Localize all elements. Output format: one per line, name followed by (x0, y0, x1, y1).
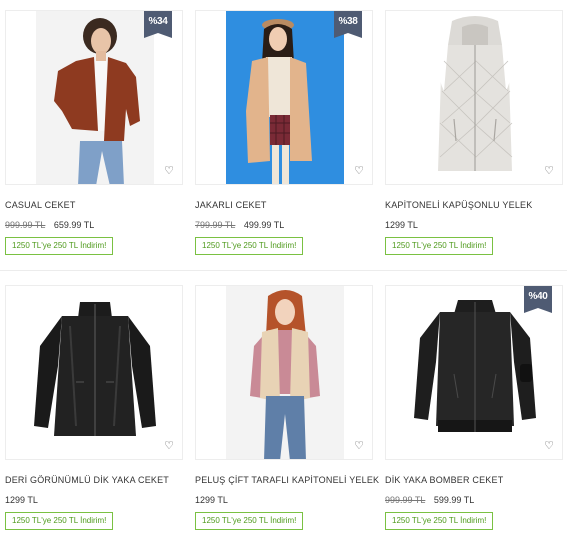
current-price: 1299 TL (195, 495, 228, 505)
product-row: %34 ♡ CASUAL CEKET 999.99 TL 659.99 TL 1… (0, 0, 567, 270)
price-row: 999.99 TL 599.99 TL (385, 495, 474, 505)
product-photo-leather-jacket (34, 302, 156, 436)
product-photo-casual-jacket (36, 11, 154, 184)
product-image[interactable]: %38 ♡ (195, 10, 373, 185)
product-card[interactable]: %38 ♡ JAKARLI CEKET 799.99 TL 499.99 TL … (195, 10, 373, 255)
product-row: ♡ DERİ GÖRÜNÜMLÜ DİK YAKA CEKET 1299 TL … (0, 270, 567, 540)
product-card[interactable]: %40 ♡ DİK YAKA BOMBER CEKET 999.99 TL 59… (385, 285, 563, 530)
current-price: 1299 TL (5, 495, 38, 505)
product-photo-bomber-jacket (414, 300, 536, 432)
promo-label: 1250 TL'ye 250 TL İndirim! (5, 512, 114, 530)
promo-label: 1250 TL'ye 250 TL İndirim! (5, 237, 114, 255)
product-image[interactable]: %34 ♡ (5, 10, 183, 185)
current-price: 499.99 TL (243, 220, 285, 230)
product-title[interactable]: KAPİTONELİ KAPÜŞONLU YELEK (385, 200, 532, 210)
heart-icon[interactable]: ♡ (162, 164, 176, 178)
heart-icon[interactable]: ♡ (352, 439, 366, 453)
heart-icon[interactable]: ♡ (162, 439, 176, 453)
old-price: 799.99 TL (195, 220, 236, 230)
promo-label: 1250 TL'ye 250 TL İndirim! (385, 237, 494, 255)
product-title[interactable]: DERİ GÖRÜNÜMLÜ DİK YAKA CEKET (5, 475, 169, 485)
current-price: 599.99 TL (433, 495, 475, 505)
product-photo-jacquard-jacket (226, 11, 344, 184)
product-card[interactable]: ♡ DERİ GÖRÜNÜMLÜ DİK YAKA CEKET 1299 TL … (5, 285, 183, 530)
product-image[interactable]: ♡ (195, 285, 373, 460)
product-card[interactable]: ♡ KAPİTONELİ KAPÜŞONLU YELEK 1299 TL 125… (385, 10, 563, 255)
price-row: 1299 TL (5, 495, 38, 505)
product-card[interactable]: ♡ PELUŞ ÇİFT TARAFLI KAPİTONELİ YELEK 12… (195, 285, 379, 530)
price-row: 999.99 TL 659.99 TL (5, 220, 94, 230)
current-price: 659.99 TL (53, 220, 95, 230)
promo-label: 1250 TL'ye 250 TL İndirim! (195, 512, 304, 530)
promo-label: 1250 TL'ye 250 TL İndirim! (385, 512, 494, 530)
product-image[interactable]: ♡ (5, 285, 183, 460)
price-row: 1299 TL (195, 495, 228, 505)
product-image[interactable]: ♡ (385, 10, 563, 185)
current-price: 1299 TL (385, 220, 418, 230)
heart-icon[interactable]: ♡ (542, 439, 556, 453)
product-title[interactable]: PELUŞ ÇİFT TARAFLI KAPİTONELİ YELEK (195, 475, 379, 485)
price-row: 799.99 TL 499.99 TL (195, 220, 284, 230)
product-title[interactable]: DİK YAKA BOMBER CEKET (385, 475, 503, 485)
promo-label: 1250 TL'ye 250 TL İndirim! (195, 237, 304, 255)
heart-icon[interactable]: ♡ (352, 164, 366, 178)
product-title[interactable]: JAKARLI CEKET (195, 200, 267, 210)
price-row: 1299 TL (385, 220, 418, 230)
product-image[interactable]: %40 ♡ (385, 285, 563, 460)
product-card[interactable]: %34 ♡ CASUAL CEKET 999.99 TL 659.99 TL 1… (5, 10, 183, 255)
product-photo-hooded-vest (438, 16, 513, 171)
product-photo-reversible-vest (226, 286, 344, 459)
product-title[interactable]: CASUAL CEKET (5, 200, 76, 210)
heart-icon[interactable]: ♡ (542, 164, 556, 178)
old-price: 999.99 TL (385, 495, 426, 505)
old-price: 999.99 TL (5, 220, 46, 230)
